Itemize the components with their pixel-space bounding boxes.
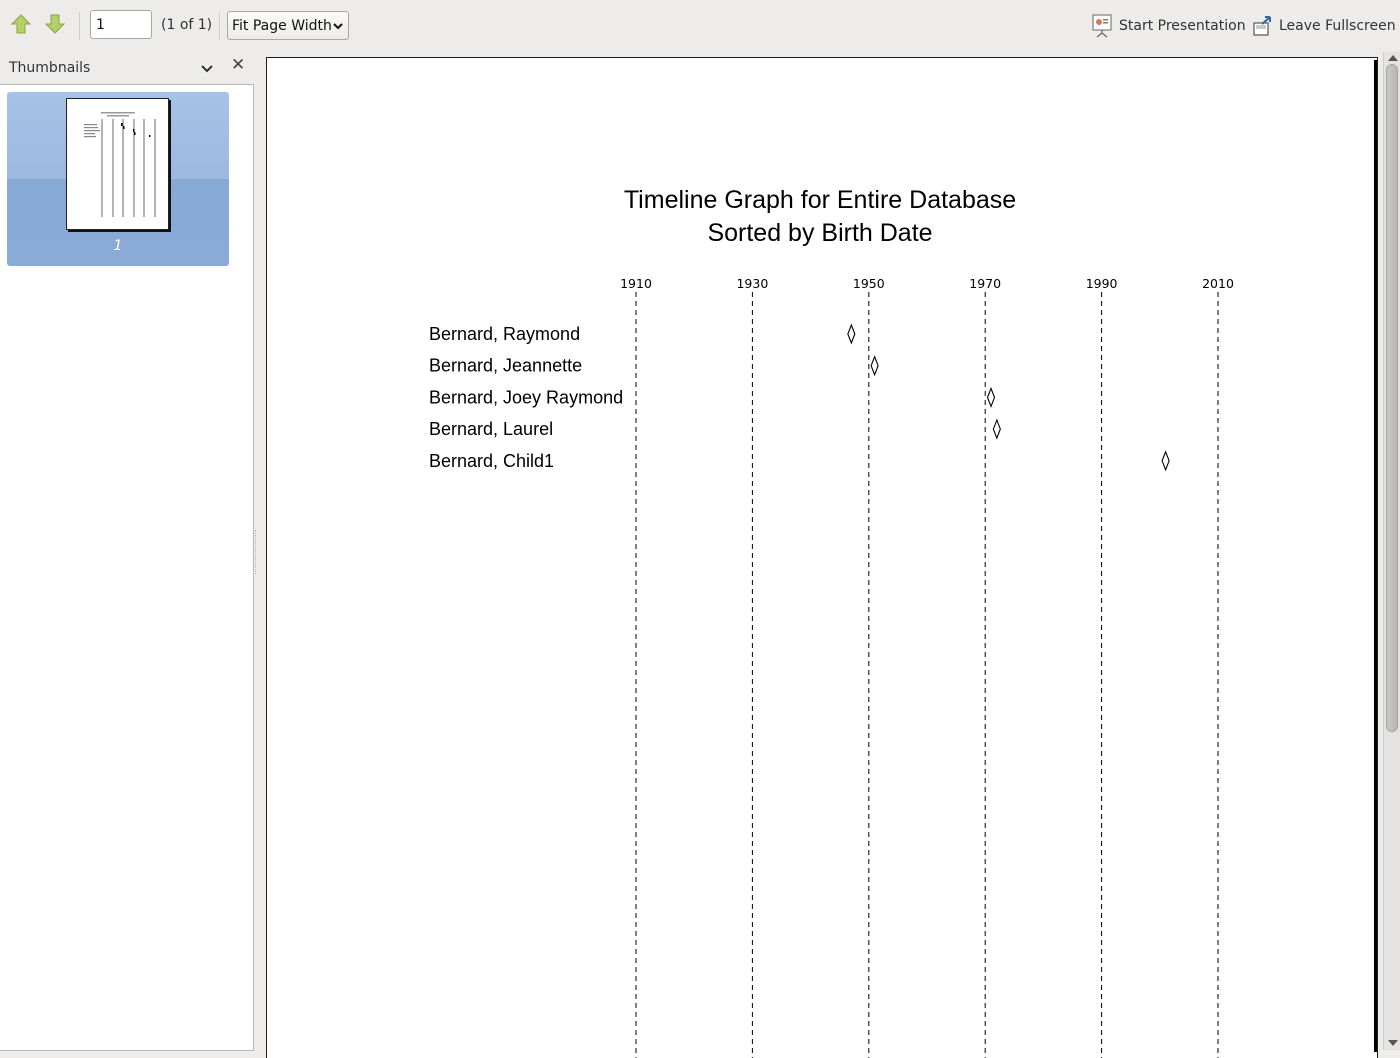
birth-marker	[986, 386, 996, 408]
page-number-input[interactable]	[90, 10, 152, 39]
leave-fullscreen-label: Leave Fullscreen	[1279, 18, 1396, 34]
document-view[interactable]: Timeline Graph for Entire Database Sorte…	[262, 52, 1400, 1058]
sidebar-resize-handle[interactable]	[255, 530, 259, 574]
presentation-icon	[1092, 14, 1112, 38]
birth-marker	[847, 323, 856, 345]
previous-page-button[interactable]	[7, 10, 35, 38]
page-shadow	[1374, 60, 1377, 1052]
vertical-scrollbar[interactable]	[1383, 52, 1400, 1050]
birth-marker	[992, 418, 1001, 440]
toolbar-separator	[79, 12, 80, 40]
timeline-chart: 1910 1930 1950 1970 1990 2010 Bernard, Raymond…	[429, 276, 1234, 1058]
thumbnail-page-label: 1	[113, 238, 123, 254]
leave-fullscreen-icon	[1253, 16, 1271, 36]
zoom-select-value: Fit Page Width	[232, 17, 332, 34]
year-tick-label: 1970	[969, 276, 1001, 291]
zoom-select[interactable]: Fit Page Width	[227, 11, 349, 40]
year-tick-label: 1950	[853, 276, 885, 291]
person-label: Bernard, Jeannette	[429, 356, 582, 376]
next-page-button[interactable]	[41, 10, 69, 38]
thumbnail-list: 1	[0, 84, 254, 1051]
scroll-up-icon[interactable]	[1388, 55, 1398, 61]
toolbar-separator	[219, 12, 220, 40]
scroll-down-icon[interactable]	[1388, 1040, 1398, 1046]
year-tick-label: 1930	[736, 276, 768, 291]
page-count: (1 of 1)	[161, 17, 213, 33]
year-tick-label: 2010	[1202, 276, 1234, 291]
toolbar: (1 of 1) Fit Page Width Start Presentati…	[0, 0, 1400, 52]
chevron-down-icon	[333, 22, 343, 29]
close-icon[interactable]: ✕	[231, 57, 245, 74]
leave-fullscreen-button[interactable]: Leave Fullscreen	[1253, 12, 1396, 40]
start-presentation-button[interactable]: Start Presentation	[1091, 12, 1246, 40]
start-presentation-label: Start Presentation	[1119, 18, 1246, 34]
thumbnail-item[interactable]: 1	[7, 92, 229, 266]
year-tick-label: 1990	[1086, 276, 1118, 291]
person-label: Bernard, Child1	[429, 451, 554, 471]
person-label: Bernard, Joey Raymond	[429, 387, 623, 407]
sidebar: Thumbnails ✕ 1	[0, 52, 254, 1051]
document-page: Timeline Graph for Entire Database Sorte…	[266, 57, 1378, 1058]
birth-marker	[1161, 450, 1170, 472]
scrollbar-thumb[interactable]	[1386, 64, 1398, 732]
chevron-down-icon[interactable]	[199, 60, 215, 76]
arrow-down-icon	[44, 14, 66, 34]
sidebar-title[interactable]: Thumbnails	[9, 60, 90, 76]
person-label: Bernard, Raymond	[429, 324, 580, 344]
birth-marker	[870, 355, 879, 377]
thumbnail-image	[66, 98, 169, 230]
year-tick-label: 1910	[620, 276, 652, 291]
arrow-up-icon	[10, 14, 32, 34]
person-label: Bernard, Laurel	[429, 419, 553, 439]
